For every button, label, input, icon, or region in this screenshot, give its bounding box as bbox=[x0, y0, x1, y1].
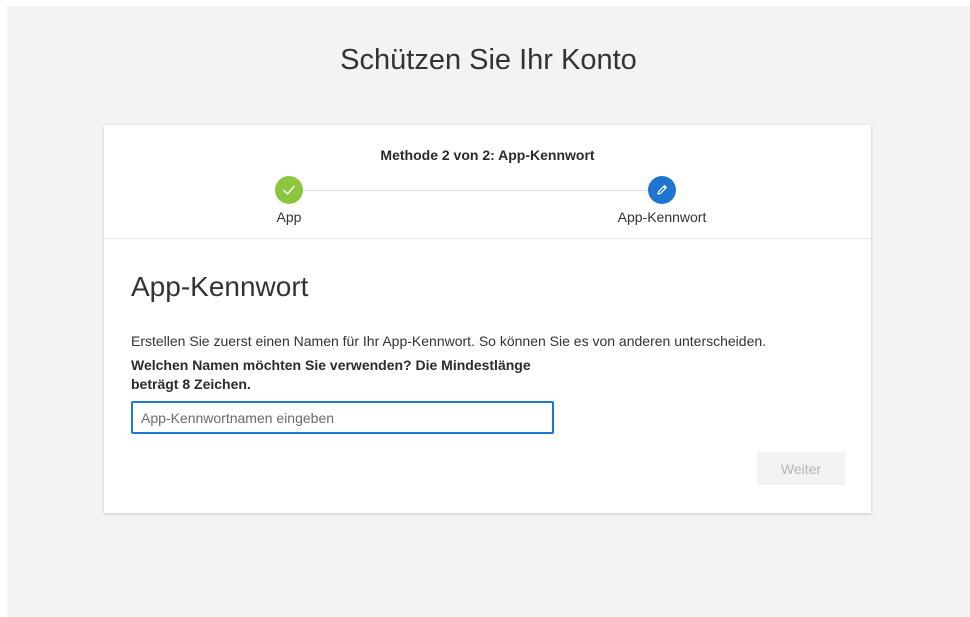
next-button[interactable]: Weiter bbox=[757, 452, 845, 485]
step-app-password-indicator bbox=[648, 176, 676, 204]
checkmark-icon bbox=[283, 185, 295, 195]
name-question-label: Welchen Namen möchten Sie verwenden? Die… bbox=[131, 357, 531, 392]
wizard-progress: Methode 2 von 2: App-Kennwort App App-Ke… bbox=[104, 125, 871, 239]
page-background: Schützen Sie Ihr Konto Methode 2 von 2: … bbox=[7, 6, 970, 617]
step-app-label: App bbox=[276, 209, 302, 225]
step-connector-line bbox=[301, 190, 648, 191]
app-password-name-input[interactable] bbox=[131, 401, 554, 434]
step-app-indicator bbox=[275, 176, 303, 204]
instructions-text: Erstellen Sie zuerst einen Namen für Ihr… bbox=[131, 333, 767, 349]
setup-card: Methode 2 von 2: App-Kennwort App App-Ke… bbox=[104, 125, 871, 513]
step-heading: Methode 2 von 2: App-Kennwort bbox=[380, 147, 595, 163]
page-title: Schützen Sie Ihr Konto bbox=[340, 44, 637, 76]
section-title: App-Kennwort bbox=[131, 271, 309, 302]
step-app-password-label: App-Kennwort bbox=[617, 209, 707, 225]
pencil-icon bbox=[657, 185, 667, 195]
